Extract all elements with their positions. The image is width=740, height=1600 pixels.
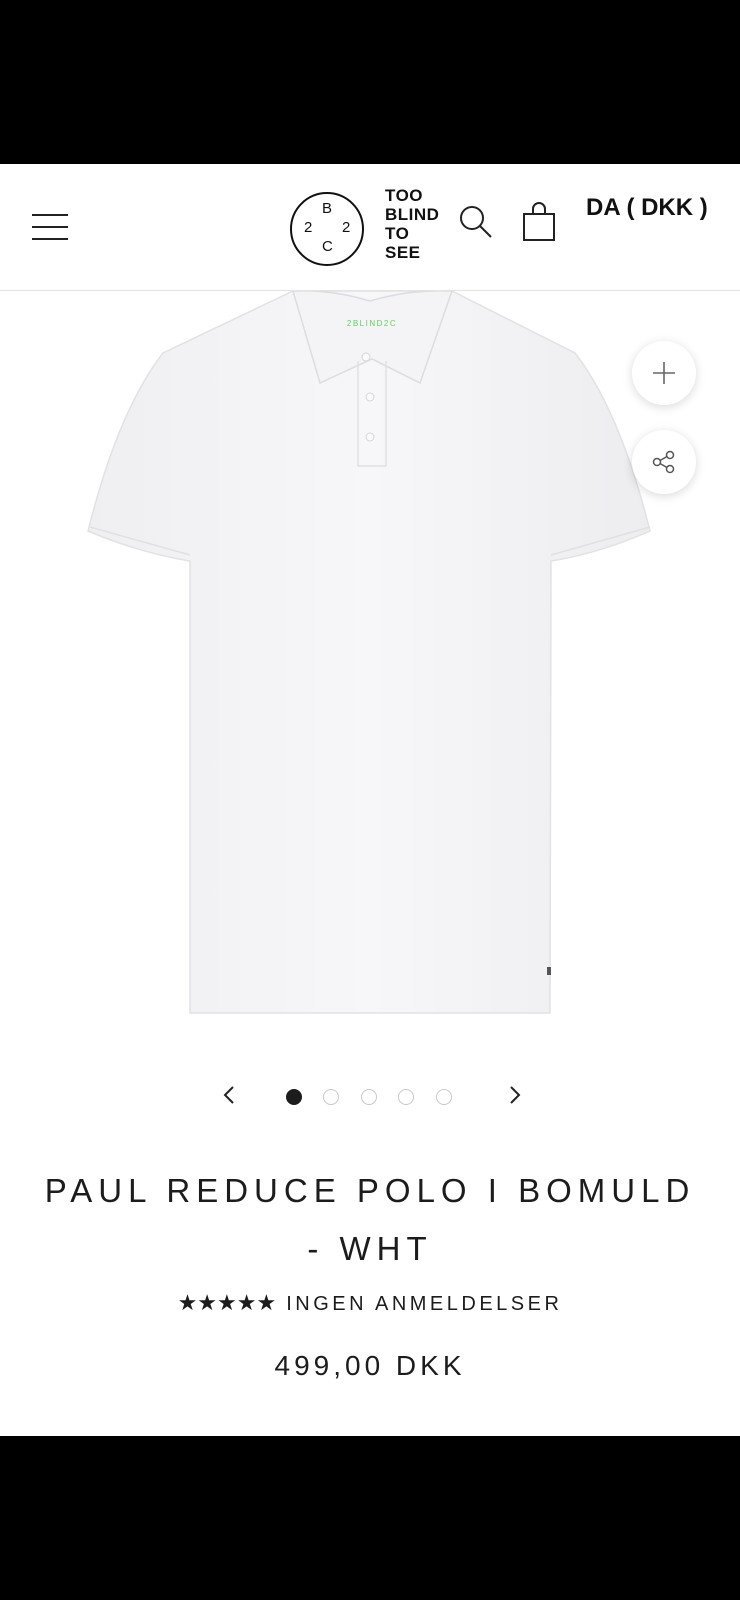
logo-wordmark: TOO BLIND TO SEE bbox=[385, 186, 455, 262]
chevron-left-icon[interactable] bbox=[218, 1083, 242, 1107]
product-page: B 2 2 C TOO BLIND TO SEE DA (DKK) 2BLI… bbox=[0, 164, 740, 1436]
search-icon[interactable] bbox=[458, 204, 494, 240]
site-header: B 2 2 C TOO BLIND TO SEE DA (DKK) bbox=[0, 164, 740, 291]
logo-circle-letter: 2 bbox=[304, 219, 313, 236]
logo-circle-letter: 2 bbox=[342, 219, 351, 236]
slider-dot-5[interactable] bbox=[436, 1089, 452, 1105]
menu-icon[interactable] bbox=[32, 214, 68, 240]
logo-circle-letter: B bbox=[322, 200, 333, 217]
menu-line bbox=[32, 226, 68, 228]
rating-stars[interactable]: ★★★★★ bbox=[178, 1290, 277, 1315]
currency-selector[interactable]: DA ( DKK ) bbox=[586, 194, 726, 222]
logo-circle-letter: C bbox=[322, 238, 333, 255]
product-price: 499,00 DKK bbox=[274, 1350, 466, 1381]
menu-line bbox=[32, 214, 68, 216]
image-slider-nav bbox=[0, 1077, 740, 1117]
logo-word: TO bbox=[385, 224, 410, 243]
menu-line bbox=[32, 238, 68, 240]
product-reviews: ★★★★★ INGEN ANMELDELSER bbox=[0, 1290, 740, 1316]
slider-dot-3[interactable] bbox=[361, 1089, 377, 1105]
slider-dot-2[interactable] bbox=[323, 1089, 339, 1105]
slider-dot-1[interactable] bbox=[286, 1089, 302, 1105]
product-title: PAUL REDUCE POLO I BOMULD - WHT bbox=[44, 1172, 696, 1267]
bottom-black-bar bbox=[0, 1436, 740, 1600]
top-black-bar bbox=[0, 0, 740, 164]
share-button[interactable] bbox=[632, 430, 696, 494]
plus-icon bbox=[653, 362, 675, 384]
collar-label: 2BLIND2C bbox=[347, 319, 397, 328]
polo-shirt-image: 2BLIND2C bbox=[87, 289, 651, 1014]
product-image[interactable]: 2BLIND2C bbox=[0, 289, 740, 1061]
logo-circle-icon: B 2 2 C bbox=[290, 192, 364, 266]
reviews-label[interactable]: INGEN ANMELDELSER bbox=[286, 1293, 562, 1315]
chevron-right-icon[interactable] bbox=[502, 1083, 526, 1107]
logo-word: SEE bbox=[385, 243, 421, 262]
logo-word: BLIND bbox=[385, 205, 440, 224]
slider-dot-4[interactable] bbox=[398, 1089, 414, 1105]
shopping-bag-icon[interactable] bbox=[520, 202, 558, 242]
zoom-button[interactable] bbox=[632, 341, 696, 405]
logo-word: TOO bbox=[385, 186, 424, 205]
share-icon bbox=[652, 450, 675, 474]
brand-logo[interactable]: B 2 2 C TOO BLIND TO SEE bbox=[290, 186, 450, 270]
